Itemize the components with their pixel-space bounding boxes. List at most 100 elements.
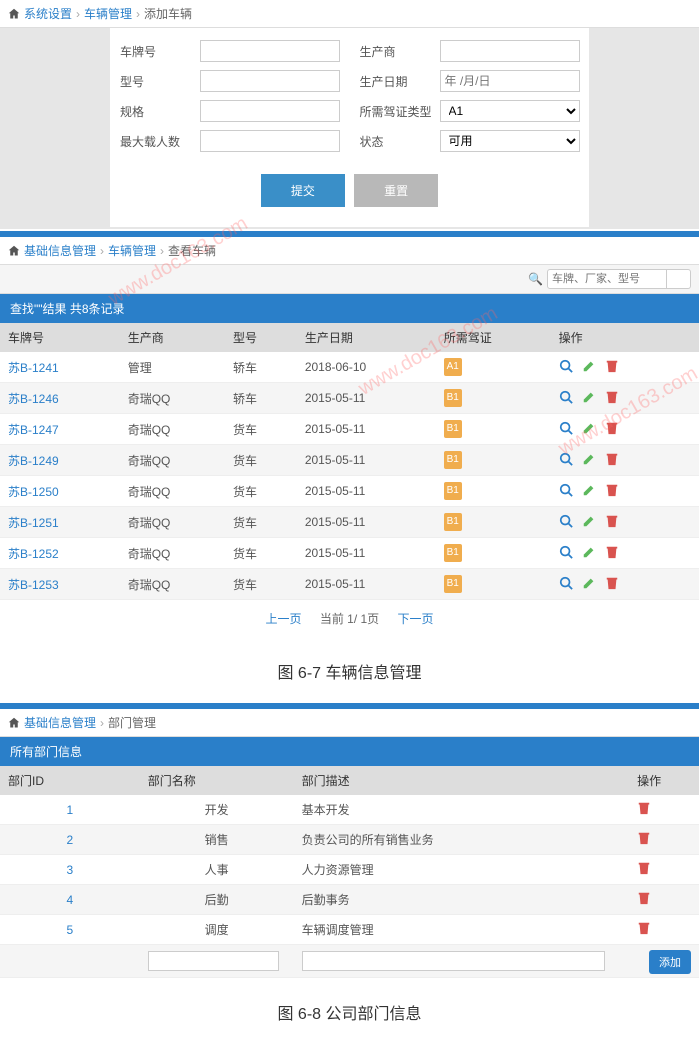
plate-link[interactable]: 苏B-1251 [8,516,59,530]
crumb-l2[interactable]: 车辆管理 [108,242,156,259]
view-icon[interactable] [559,483,573,497]
view-icon[interactable] [559,576,573,590]
pager-prev[interactable]: 上一页 [265,612,301,626]
delete-icon[interactable] [637,831,651,845]
crumb-l1[interactable]: 基础信息管理 [24,714,96,731]
view-icon[interactable] [559,359,573,373]
edit-icon[interactable] [582,421,596,435]
label-plate: 车牌号 [110,43,200,60]
edit-icon[interactable] [582,576,596,590]
crumb-l3: 添加车辆 [144,5,192,22]
label-date: 生产日期 [350,73,440,90]
cell-date: 2015-05-11 [297,569,436,600]
figure-caption-2: 图 6-8 公司部门信息 [0,980,699,1044]
dept-id-link[interactable]: 4 [67,893,74,907]
dept-id-link[interactable]: 5 [67,923,74,937]
add-vehicle-panel: 系统设置 › 车辆管理 › 添加车辆 车牌号 生产商 型号 生产日期 规格 所需… [0,0,699,229]
plate-link[interactable]: 苏B-1253 [8,578,59,592]
cell-desc: 基本开发 [294,795,630,825]
cell-maker: 奇瑞QQ [120,569,225,600]
new-name-input[interactable] [148,951,279,971]
table-row: 苏B-1246 奇瑞QQ 轿车 2015-05-11 B1 [0,383,699,414]
plate-link[interactable]: 苏B-1250 [8,485,59,499]
new-desc-input[interactable] [302,951,606,971]
home-icon[interactable] [8,245,20,257]
edit-icon[interactable] [582,390,596,404]
input-date[interactable] [440,70,580,92]
add-button[interactable]: 添加 [649,950,691,974]
input-capacity[interactable] [200,130,340,152]
cell-model: 货车 [225,476,297,507]
delete-icon[interactable] [605,421,619,435]
cell-desc: 负责公司的所有销售业务 [294,825,630,855]
label-maker: 生产商 [350,43,440,60]
col-action: 操作 [629,766,699,795]
delete-icon[interactable] [637,921,651,935]
results-header: 查找""结果 共8条记录 [0,294,699,323]
label-model: 型号 [110,73,200,90]
crumb-l2[interactable]: 车辆管理 [84,5,132,22]
input-maker[interactable] [440,40,580,62]
input-model[interactable] [200,70,340,92]
license-badge: A1 [444,358,462,376]
license-badge: B1 [444,482,462,500]
vehicle-list-panel: 基础信息管理› 车辆管理› 查看车辆 🔍 查找""结果 共8条记录 车牌号 生产… [0,231,699,637]
label-status: 状态 [350,133,440,150]
input-row [0,945,699,978]
pager-next[interactable]: 下一页 [398,612,434,626]
delete-icon[interactable] [605,545,619,559]
delete-icon[interactable] [637,861,651,875]
select-license[interactable]: A1 [440,100,580,122]
view-icon[interactable] [559,514,573,528]
input-plate[interactable] [200,40,340,62]
delete-icon[interactable] [605,359,619,373]
edit-icon[interactable] [582,545,596,559]
cell-model: 货车 [225,445,297,476]
edit-icon[interactable] [582,452,596,466]
delete-icon[interactable] [605,514,619,528]
dept-id-link[interactable]: 2 [67,833,74,847]
delete-icon[interactable] [637,801,651,815]
table-row: 苏B-1249 奇瑞QQ 货车 2015-05-11 B1 [0,445,699,476]
cell-maker: 奇瑞QQ [120,414,225,445]
home-icon[interactable] [8,8,20,20]
table-row: 苏B-1253 奇瑞QQ 货车 2015-05-11 B1 [0,569,699,600]
cell-name: 调度 [140,915,294,945]
plate-link[interactable]: 苏B-1246 [8,392,59,406]
edit-icon[interactable] [582,514,596,528]
vehicle-table: 车牌号 生产商 型号 生产日期 所需驾证 操作 苏B-1241 管理 轿车 20… [0,323,699,600]
delete-icon[interactable] [637,891,651,905]
cell-date: 2015-05-11 [297,414,436,445]
search-button[interactable] [667,269,691,289]
dept-id-link[interactable]: 1 [67,803,74,817]
dept-id-link[interactable]: 3 [67,863,74,877]
delete-icon[interactable] [605,576,619,590]
reset-button[interactable]: 重置 [354,174,438,207]
home-icon[interactable] [8,717,20,729]
plate-link[interactable]: 苏B-1249 [8,454,59,468]
crumb-l1[interactable]: 系统设置 [24,5,72,22]
edit-icon[interactable] [582,483,596,497]
plate-link[interactable]: 苏B-1247 [8,423,59,437]
cell-maker: 管理 [120,352,225,383]
crumb-l1[interactable]: 基础信息管理 [24,242,96,259]
plate-link[interactable]: 苏B-1252 [8,547,59,561]
delete-icon[interactable] [605,483,619,497]
search-input[interactable] [547,269,667,289]
view-icon[interactable] [559,545,573,559]
plate-link[interactable]: 苏B-1241 [8,361,59,375]
view-icon[interactable] [559,452,573,466]
col-model: 型号 [225,323,297,352]
view-icon[interactable] [559,421,573,435]
delete-icon[interactable] [605,390,619,404]
cell-model: 货车 [225,414,297,445]
view-icon[interactable] [559,390,573,404]
pager: 上一页 当前 1/ 1页 下一页 [0,600,699,637]
input-spec[interactable] [200,100,340,122]
submit-button[interactable]: 提交 [261,174,345,207]
edit-icon[interactable] [582,359,596,373]
cell-model: 货车 [225,507,297,538]
breadcrumb: 系统设置 › 车辆管理 › 添加车辆 [0,0,699,28]
delete-icon[interactable] [605,452,619,466]
select-status[interactable]: 可用 [440,130,580,152]
